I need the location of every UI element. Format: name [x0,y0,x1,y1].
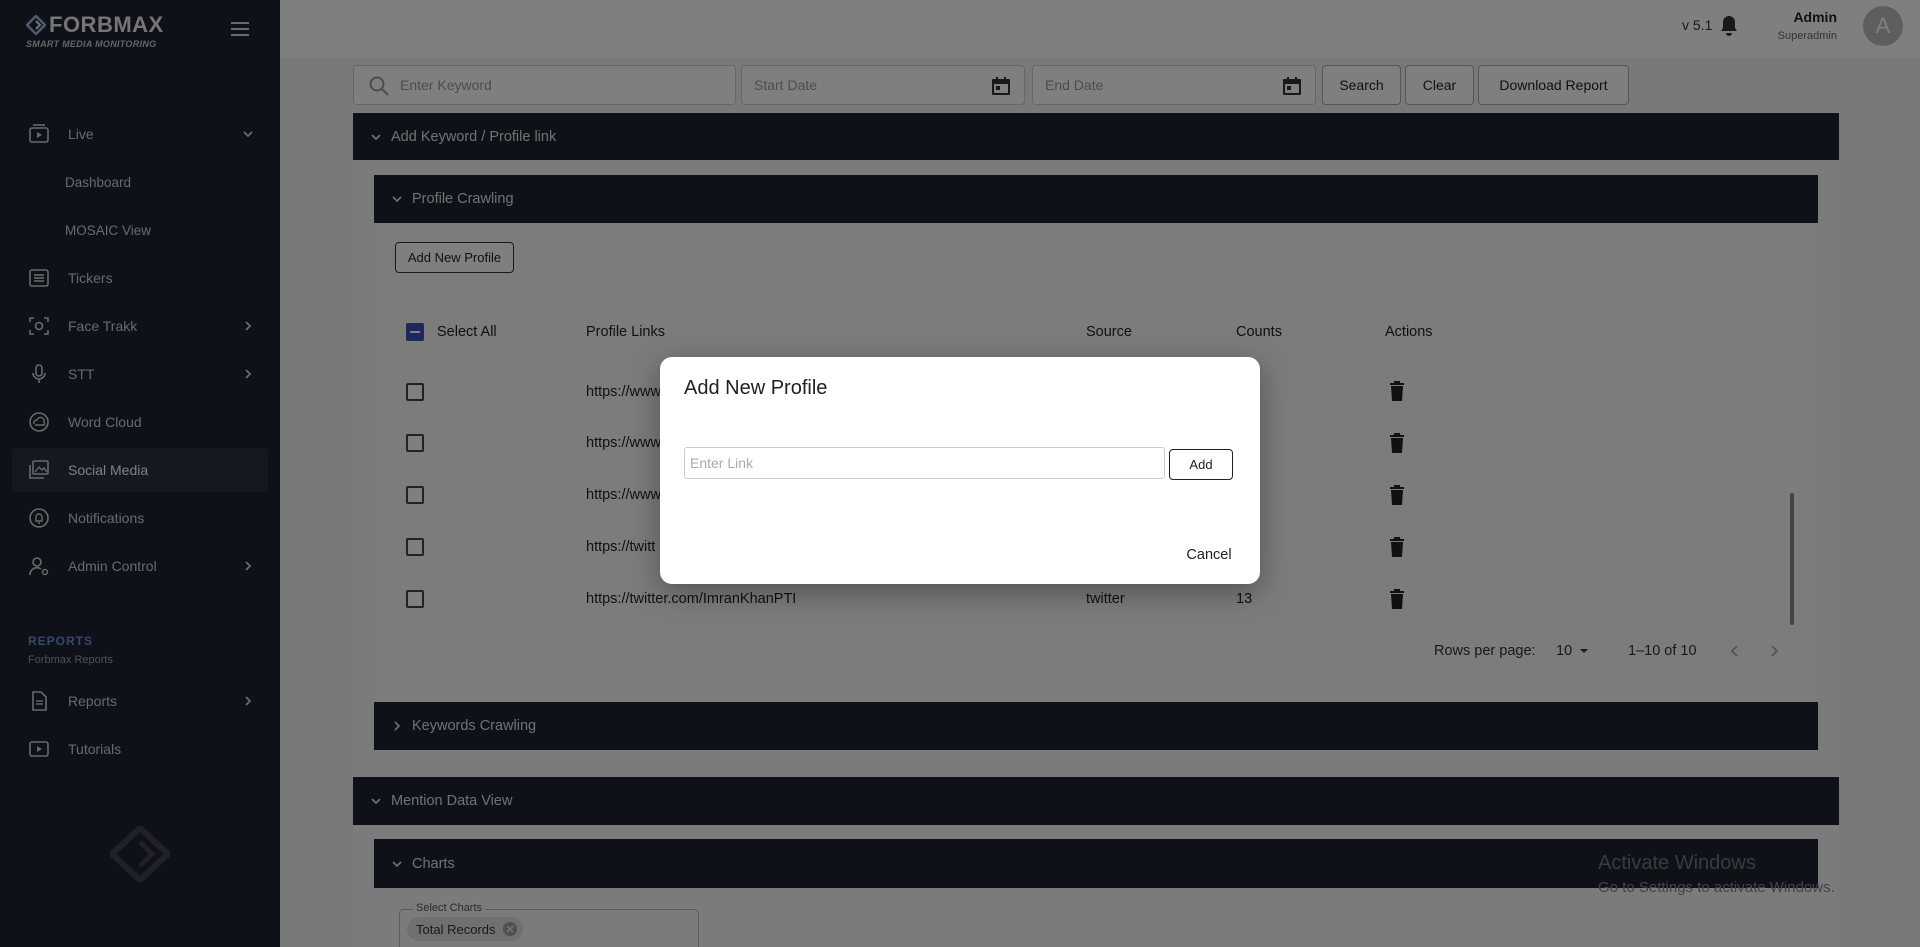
dialog-title: Add New Profile [684,377,828,399]
cancel-button[interactable]: Cancel [1174,543,1244,567]
add-new-profile-dialog: Add New Profile Add Cancel [660,357,1260,584]
profile-link-input[interactable] [684,447,1165,479]
add-button[interactable]: Add [1169,449,1233,480]
